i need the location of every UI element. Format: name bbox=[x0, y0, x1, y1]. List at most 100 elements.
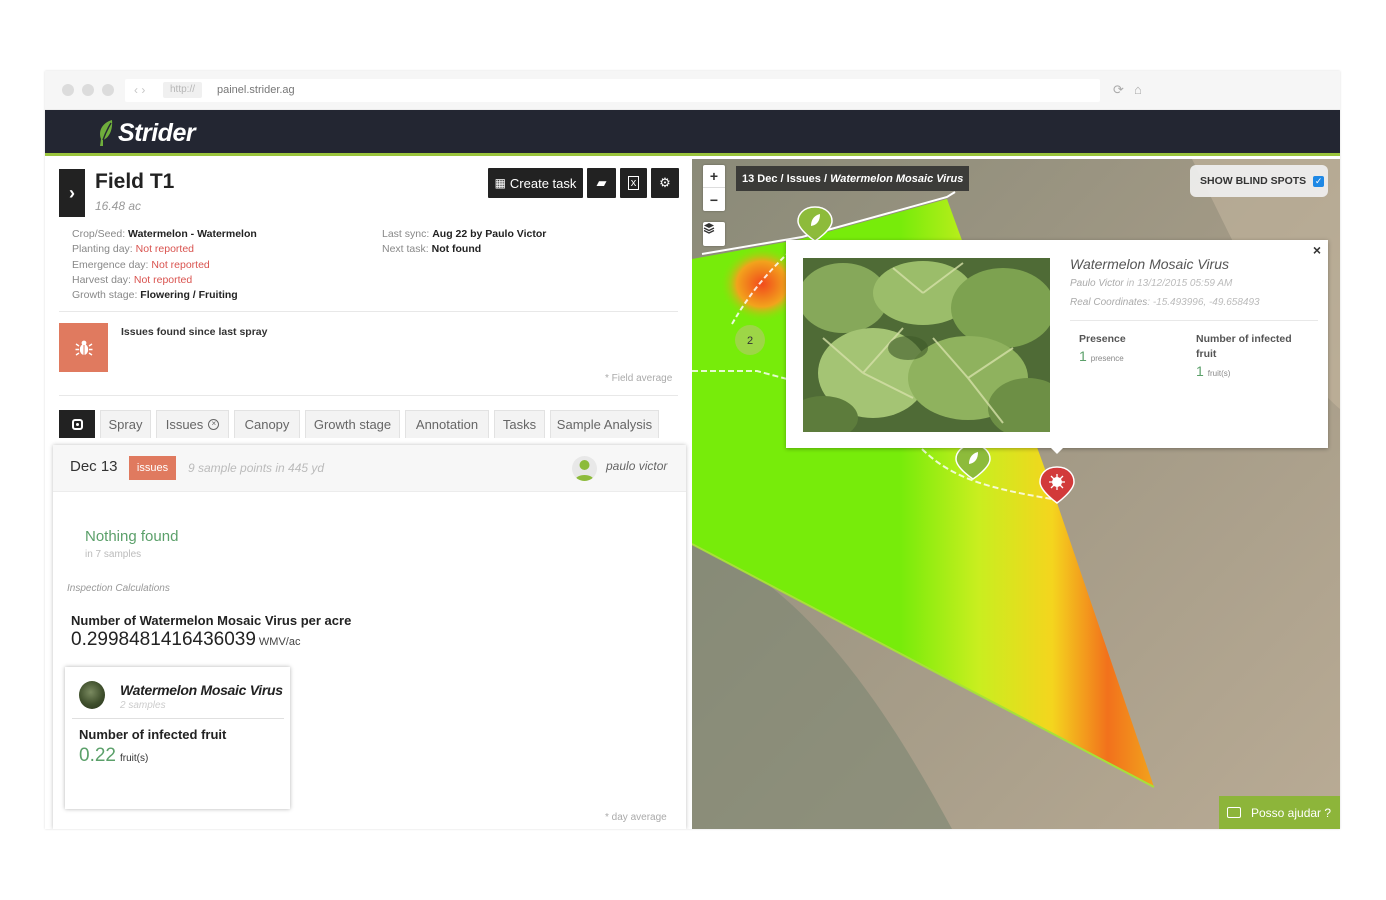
settings-button[interactable]: ⚙ bbox=[651, 168, 679, 198]
inspection-calculations-label: Inspection Calculations bbox=[67, 583, 170, 594]
popup-infected-row: 1 fruit(s) bbox=[1196, 363, 1230, 379]
metric-unit: WMV/ac bbox=[258, 636, 301, 648]
harvest-label: Harvest day: bbox=[72, 273, 131, 286]
watermelon-icon bbox=[79, 681, 105, 709]
window-minimize-dot[interactable] bbox=[82, 84, 94, 96]
browser-window: ‹ › http:// painel.strider.ag ⟳ ⌂ Stride… bbox=[45, 71, 1340, 829]
avatar bbox=[572, 456, 597, 481]
help-chat-button[interactable]: Posso ajudar ? bbox=[1219, 796, 1340, 829]
field-map[interactable]: 2 + − 13 Dec / Issues / Watermelon Mosai… bbox=[692, 159, 1340, 829]
window-close-dot[interactable] bbox=[62, 84, 74, 96]
close-icon[interactable]: × bbox=[1313, 242, 1321, 258]
issue-popup: × Watermelon Mosaic Virus Paulo Victor i… bbox=[786, 240, 1328, 454]
sync-value: Aug 22 by Paulo Victor bbox=[432, 228, 547, 240]
field-area: 16.48 ac bbox=[95, 199, 142, 213]
disease-name: Watermelon Mosaic Virus bbox=[120, 682, 283, 698]
infected-fruit-label: Number of infected fruit bbox=[1196, 332, 1292, 362]
reload-icon[interactable]: ⟳ bbox=[1113, 82, 1124, 98]
sync-label: Last sync: bbox=[382, 228, 430, 240]
disease-samples: 2 samples bbox=[120, 700, 166, 711]
zoom-in-button[interactable]: + bbox=[703, 165, 725, 188]
show-blind-spots-toggle[interactable]: SHOW BLIND SPOTS ✓ bbox=[1190, 165, 1328, 197]
create-task-button[interactable]: ▦ Create task bbox=[488, 168, 583, 198]
metric-value: 0.2998481416436039 bbox=[71, 629, 256, 650]
tab-overview[interactable] bbox=[59, 410, 95, 438]
emergence-value: Not reported bbox=[151, 258, 210, 271]
sample-points-text: 9 sample points in 445 yd bbox=[188, 461, 325, 475]
infected-fruit-row: 0.22 fruit(s) bbox=[79, 745, 148, 767]
emergence-label: Emergence day: bbox=[72, 258, 149, 271]
nav-arrows[interactable]: ‹ › bbox=[134, 83, 145, 97]
bug-icon bbox=[75, 340, 92, 356]
tab-issues[interactable]: Issues × bbox=[156, 410, 229, 438]
breadcrumb-issues[interactable]: Issues bbox=[787, 173, 821, 185]
field-details: Crop/Seed: Watermelon - Watermelon Plant… bbox=[72, 227, 257, 303]
zoom-out-button[interactable]: − bbox=[703, 188, 725, 211]
layers-button[interactable] bbox=[703, 222, 725, 246]
issue-photo[interactable] bbox=[803, 258, 1050, 432]
metric-value-row: 0.2998481416436039 WMV/ac bbox=[71, 629, 300, 651]
strider-leaf-icon bbox=[100, 120, 113, 146]
tab-sample-analysis[interactable]: Sample Analysis bbox=[550, 410, 659, 438]
popup-title: Watermelon Mosaic Virus bbox=[1070, 256, 1229, 272]
tab-canopy[interactable]: Canopy bbox=[234, 410, 300, 438]
popup-infected-unit: fruit(s) bbox=[1207, 369, 1231, 378]
inspection-date: Dec 13 bbox=[70, 458, 118, 475]
divider bbox=[59, 311, 678, 312]
url-text[interactable]: painel.strider.ag bbox=[217, 84, 295, 96]
brand-logo[interactable]: Strider bbox=[118, 119, 196, 148]
in-samples-text: in 7 samples bbox=[85, 549, 142, 560]
popup-coords-value: : -15.493996, -49.658493 bbox=[1147, 297, 1260, 308]
cluster-count: 2 bbox=[747, 335, 753, 347]
popup-coords-label: Real Coordinates bbox=[1070, 297, 1148, 308]
close-circle-icon[interactable]: × bbox=[208, 419, 220, 430]
inspector-name: paulo victor bbox=[606, 459, 668, 473]
breadcrumb-disease[interactable]: Watermelon Mosaic Virus bbox=[830, 173, 963, 185]
tab-tasks[interactable]: Tasks bbox=[494, 410, 545, 438]
export-excel-button[interactable]: x bbox=[620, 168, 647, 198]
planting-label: Planting day: bbox=[72, 243, 133, 256]
field-title: Field T1 bbox=[95, 170, 175, 193]
popup-infected-value: 1 bbox=[1196, 363, 1204, 379]
popup-author: Paulo Victor bbox=[1070, 278, 1124, 289]
field-panel: › Field T1 16.48 ac ▦ Create task ▰ x ⚙ … bbox=[45, 159, 692, 829]
popup-datetime: 13/12/2015 05:59 AM bbox=[1137, 278, 1233, 289]
calendar-icon: ▦ bbox=[494, 176, 506, 190]
infected-fruit-unit: fruit(s) bbox=[119, 753, 149, 764]
breadcrumb-separator: / bbox=[820, 172, 831, 185]
growth-value: Flowering / Fruiting bbox=[140, 289, 238, 302]
planting-value: Not reported bbox=[135, 243, 195, 256]
user-silhouette-icon bbox=[575, 460, 594, 481]
zoom-control: + − bbox=[703, 165, 725, 211]
issues-box[interactable] bbox=[59, 323, 108, 372]
divider bbox=[1070, 320, 1318, 321]
issues-badge: issues bbox=[129, 456, 176, 480]
home-icon[interactable]: ⌂ bbox=[1134, 82, 1142, 97]
disease-card[interactable]: Watermelon Mosaic Virus 2 samples Number… bbox=[65, 667, 290, 809]
window-maximize-dot[interactable] bbox=[102, 84, 114, 96]
next-task-label: Next task: bbox=[382, 243, 429, 256]
issues-found-text: Issues found since last spray bbox=[121, 326, 268, 338]
popup-author-in: in bbox=[1123, 278, 1138, 289]
inspection-card-header: Dec 13 issues 9 sample points in 445 yd … bbox=[53, 445, 686, 492]
harvest-value: Not reported bbox=[133, 273, 193, 286]
notes-button[interactable]: ▰ bbox=[587, 168, 616, 198]
breadcrumb-date[interactable]: 13 Dec bbox=[742, 173, 777, 185]
tab-growth-stage[interactable]: Growth stage bbox=[305, 410, 400, 438]
app-header: Strider bbox=[45, 110, 1340, 156]
tab-annotation[interactable]: Annotation bbox=[405, 410, 489, 438]
infected-fruit-title: Number of infected fruit bbox=[79, 727, 227, 742]
panel-toggle-button[interactable]: › bbox=[59, 169, 85, 217]
infected-label-line2: fruit bbox=[1196, 348, 1217, 360]
help-label: Posso ajudar ? bbox=[1251, 805, 1332, 820]
presence-row: 1 presence bbox=[1079, 348, 1124, 364]
checkbox-checked-icon[interactable]: ✓ bbox=[1313, 175, 1325, 187]
crop-label: Crop/Seed: bbox=[72, 228, 126, 240]
gear-icon: ⚙ bbox=[659, 175, 671, 190]
tab-spray[interactable]: Spray bbox=[100, 410, 151, 438]
breadcrumb: 13 Dec / Issues / Watermelon Mosaic Viru… bbox=[736, 166, 970, 191]
layers-icon bbox=[703, 223, 715, 234]
divider bbox=[59, 395, 678, 396]
infected-label-line1: Number of infected bbox=[1196, 333, 1292, 345]
day-average-note: * day average bbox=[605, 812, 667, 823]
